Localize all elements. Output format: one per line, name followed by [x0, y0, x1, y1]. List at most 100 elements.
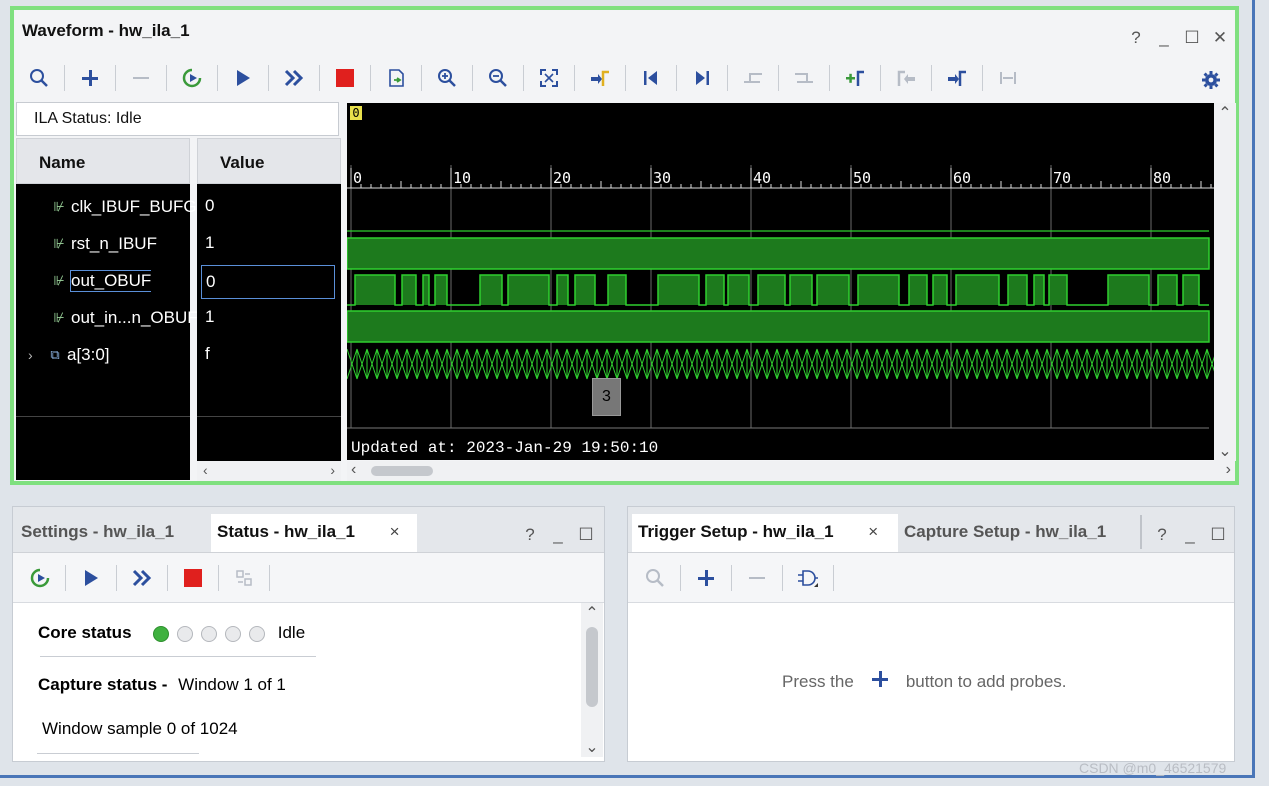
out-pulse-fill — [575, 275, 595, 305]
value-horizontal-scrollbar[interactable]: ‹ › — [197, 461, 341, 481]
ruler-label: 80 — [1153, 169, 1172, 187]
zoom-fit-icon[interactable] — [532, 63, 566, 93]
signal-value-selected[interactable]: 0 — [201, 265, 335, 299]
waveform-toolbar — [22, 63, 1025, 93]
run-icon[interactable] — [74, 563, 108, 593]
signal-name: rst_n_IBUF — [71, 234, 157, 253]
minimize-icon[interactable]: _ — [1181, 525, 1199, 545]
stop-icon[interactable] — [176, 563, 210, 593]
signal-row[interactable]: ⊮ out_in...n_OBUF — [50, 303, 198, 333]
go-to-start-icon[interactable] — [634, 63, 668, 93]
out-pulse-fill — [423, 275, 429, 305]
help-icon[interactable]: ? — [521, 525, 539, 545]
waveform-vertical-scrollbar[interactable]: ⌃ ⌄ — [1214, 103, 1236, 461]
minimize-icon[interactable]: _ — [549, 525, 567, 545]
scroll-thumb[interactable] — [371, 466, 433, 476]
remove-icon[interactable] — [740, 563, 774, 593]
updated-timestamp: Updated at: 2023-Jan-29 19:50:10 — [351, 439, 659, 457]
run-trigger-icon[interactable] — [23, 563, 57, 593]
go-to-cursor-icon[interactable] — [583, 63, 617, 93]
ruler-label: 60 — [953, 169, 972, 187]
next-marker-icon[interactable] — [940, 63, 974, 93]
stop-icon[interactable] — [328, 63, 362, 93]
minimize-icon[interactable]: _ — [1155, 28, 1173, 48]
swap-cursor-icon[interactable] — [991, 63, 1025, 93]
probe-icon: ⊮ — [53, 273, 65, 288]
run-immediate-icon[interactable] — [125, 563, 159, 593]
maximize-icon[interactable]: ☐ — [1209, 525, 1227, 545]
status-tabstrip: Settings - hw_ila_1 Status - hw_ila_1 × … — [13, 507, 604, 553]
out-pulse-fill — [933, 275, 947, 305]
close-icon[interactable]: × — [390, 522, 400, 541]
help-icon[interactable]: ? — [1153, 525, 1171, 545]
tab-trigger-setup[interactable]: Trigger Setup - hw_ila_1 × — [632, 514, 898, 552]
logic-gate-icon[interactable] — [791, 563, 825, 593]
ruler-label: 30 — [653, 169, 672, 187]
add-icon[interactable] — [73, 63, 107, 93]
add-icon[interactable] — [689, 563, 723, 593]
help-icon[interactable]: ? — [1127, 28, 1145, 48]
bus-icon: ⧉ — [50, 347, 60, 362]
bus-waveform-lower — [347, 348, 1214, 380]
trigger-toolbar — [628, 553, 1234, 603]
hint-before: Press the — [782, 671, 854, 691]
rst-waveform — [347, 237, 1210, 270]
window-controls: ? _ ☐ — [1153, 525, 1227, 545]
frame-border-bottom — [0, 775, 1255, 778]
add-probe-icon[interactable] — [870, 669, 890, 694]
status-led — [249, 625, 265, 642]
tab-capture-setup[interactable]: Capture Setup - hw_ila_1 — [904, 514, 1106, 552]
signal-row[interactable]: ⊮ clk_IBUF_BUFG — [50, 192, 196, 222]
panel-title: Waveform - hw_ila_1 — [22, 21, 190, 40]
maximize-icon[interactable]: ☐ — [1183, 28, 1201, 48]
remove-icon[interactable] — [124, 63, 158, 93]
status-vertical-scrollbar[interactable]: ⌃ ⌄ — [581, 603, 603, 757]
signal-name: out_OBUF — [69, 270, 152, 292]
go-to-end-icon[interactable] — [685, 63, 719, 93]
prev-transition-icon[interactable] — [736, 63, 770, 93]
signal-value: f — [205, 344, 210, 363]
run-trigger-icon[interactable] — [175, 63, 209, 93]
name-column-header[interactable]: Name — [16, 138, 190, 184]
chevron-right-icon[interactable]: › — [28, 347, 46, 363]
export-icon[interactable] — [379, 63, 413, 93]
out-pulse-fill — [1108, 275, 1149, 305]
ruler-label: 70 — [1053, 169, 1072, 187]
tab-settings[interactable]: Settings - hw_ila_1 — [21, 514, 174, 552]
value-column-header[interactable]: Value — [197, 138, 341, 184]
settings-icon[interactable] — [1194, 65, 1228, 95]
search-icon[interactable] — [22, 63, 56, 93]
signal-row-selected[interactable]: ⊮ out_OBUF — [50, 266, 152, 296]
tab-status[interactable]: Status - hw_ila_1 × — [211, 514, 417, 552]
window-controls: ? _ ☐ — [521, 525, 595, 545]
waveform-horizontal-scrollbar[interactable]: ‹ › — [347, 461, 1235, 481]
signal-name: out_in...n_OBUF — [71, 308, 198, 327]
run-icon[interactable] — [226, 63, 260, 93]
signal-row[interactable]: › ⧉ a[3:0] — [28, 340, 110, 370]
status-led — [177, 625, 193, 642]
signal-name: a[3:0] — [67, 345, 110, 364]
waveform-canvas[interactable]: 0 0 10 20 30 40 50 60 70 80 3 Updated at: 2023-J… — [347, 103, 1214, 460]
search-icon[interactable] — [638, 563, 672, 593]
close-icon[interactable]: × — [868, 522, 878, 541]
out-pulse-fill — [1049, 275, 1067, 305]
signal-value: 1 — [205, 307, 215, 326]
zoom-out-icon[interactable] — [481, 63, 515, 93]
add-marker-icon[interactable] — [838, 63, 872, 93]
scroll-thumb[interactable] — [586, 627, 598, 707]
trigger-setup-panel: Trigger Setup - hw_ila_1 × Capture Setup… — [627, 506, 1235, 762]
run-immediate-icon[interactable] — [277, 63, 311, 93]
ruler-label: 0 — [353, 169, 363, 187]
ila-status: ILA Status: Idle — [16, 102, 339, 136]
out-pulse-fill — [706, 275, 724, 305]
auto-retrigger-icon[interactable] — [227, 563, 261, 593]
signal-row[interactable]: ⊮ rst_n_IBUF — [50, 229, 157, 259]
close-icon[interactable]: ✕ — [1211, 28, 1229, 48]
maximize-icon[interactable]: ☐ — [577, 525, 595, 545]
out-pulse-fill — [435, 275, 447, 305]
zoom-in-icon[interactable] — [430, 63, 464, 93]
signal-name-list: ⊮ clk_IBUF_BUFG ⊮ rst_n_IBUF ⊮ out_OBUF … — [16, 184, 198, 480]
prev-marker-icon[interactable] — [889, 63, 923, 93]
next-transition-icon[interactable] — [787, 63, 821, 93]
ruler-label: 10 — [453, 169, 472, 187]
